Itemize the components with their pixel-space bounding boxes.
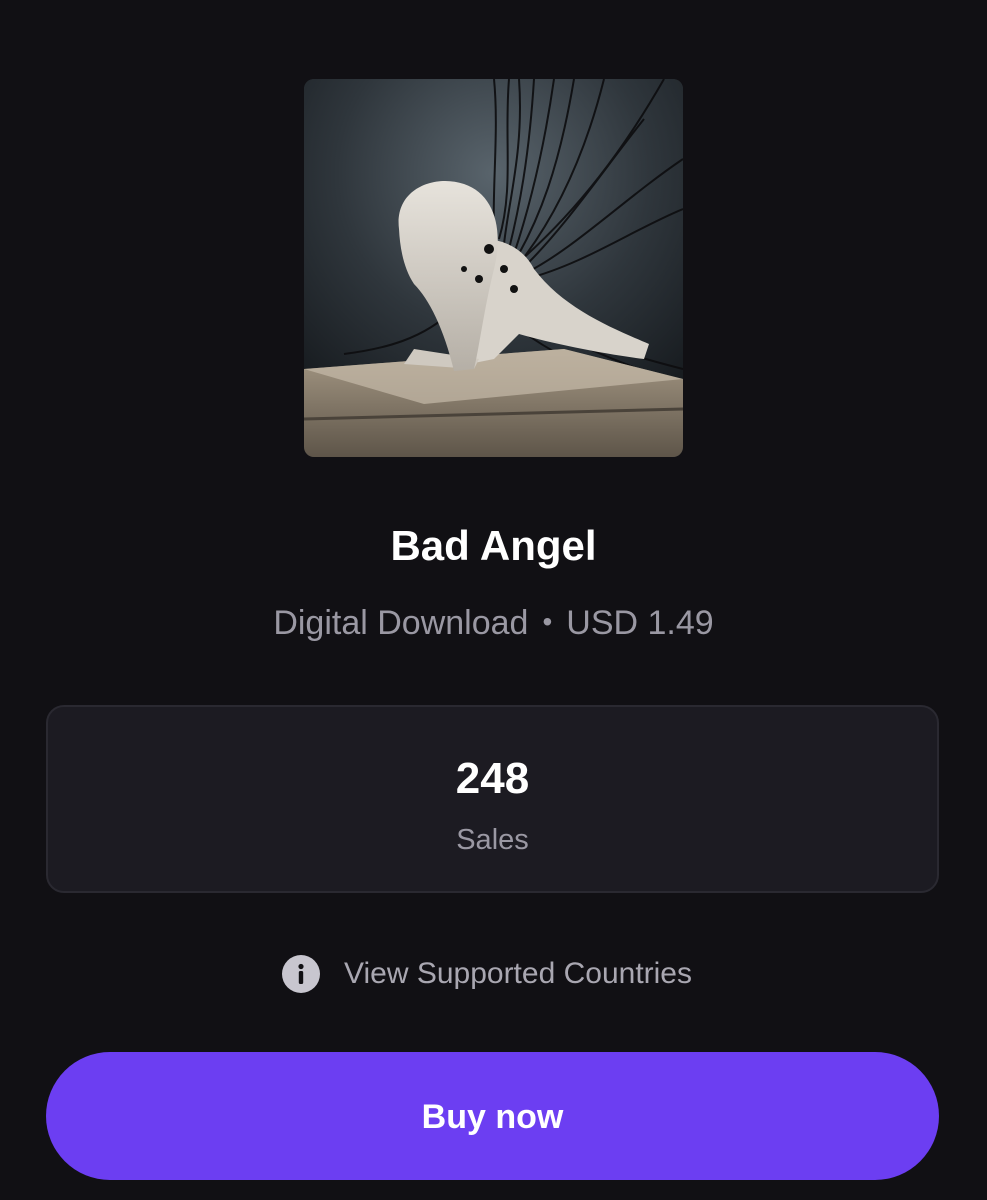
product-title: Bad Angel (390, 522, 597, 569)
product-meta: Digital Download • USD 1.49 (0, 600, 987, 648)
sales-label: Sales (456, 824, 529, 856)
sales-count: 248 (455, 754, 530, 803)
view-supported-countries-link[interactable]: View Supported Countries (282, 952, 692, 996)
sales-stats-card: 248 Sales (46, 705, 939, 893)
product-format: Digital Download (273, 604, 529, 642)
product-price: USD 1.49 (566, 604, 714, 642)
album-cover-image (304, 79, 683, 457)
product-page: Bad Angel Digital Download • USD 1.49 248 … (0, 0, 987, 1200)
meta-separator: • (542, 606, 553, 637)
buy-now-button[interactable]: Buy now (46, 1052, 939, 1180)
countries-link-label: View Supported Countries (344, 957, 692, 990)
info-icon (282, 955, 320, 993)
